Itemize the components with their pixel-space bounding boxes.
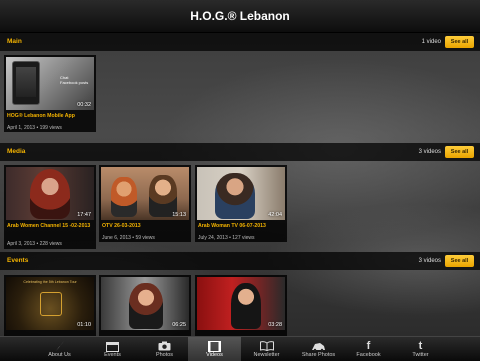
video-meta: July 24, 2013 • 127 views [198, 235, 255, 241]
see-all-button[interactable]: See all [445, 36, 474, 48]
tab-photos[interactable]: Photos [138, 337, 191, 361]
video-thumbnail: Chat Facebook posts 00:32 [6, 57, 94, 110]
video-thumbnail: 15:13 [101, 167, 189, 220]
phone-image [12, 61, 40, 105]
video-card[interactable]: 17:47 Arab Women Channel 15 -02-2013 Apr… [4, 165, 96, 249]
tab-newsletter[interactable]: Newsletter [240, 337, 293, 361]
video-card[interactable]: Chat Facebook posts 00:32 HOG® Lebanon M… [4, 55, 96, 132]
tab-bar: About Us Events Photos Videos Newsletter… [0, 336, 480, 361]
video-duration: 01:10 [77, 322, 91, 328]
facebook-icon: f [366, 340, 371, 352]
tab-label: Events [104, 352, 121, 358]
person-image [149, 175, 177, 217]
video-meta: April 1, 2013 • 199 views [7, 125, 62, 131]
video-count: 1 video [421, 39, 441, 45]
tab-events[interactable]: Events [86, 337, 139, 361]
video-card[interactable]: 03:28 [195, 275, 287, 336]
person-image [231, 283, 261, 329]
tab-label: Twitter [412, 352, 429, 358]
video-title: Arab Women Channel 15 -02-2013 [7, 223, 91, 229]
video-duration: 17:47 [77, 212, 91, 218]
tab-label: Videos [206, 352, 223, 358]
section-main: Main 1 video See all Chat Facebook posts… [0, 33, 480, 143]
video-title: Arab Woman TV 06-07-2013 [198, 223, 266, 229]
video-thumbnail: 03:28 [197, 277, 285, 330]
tab-videos[interactable]: Videos [188, 337, 241, 361]
video-thumbnail: 42:04 [197, 167, 285, 220]
section-title: Events [7, 257, 29, 264]
feather-icon [33, 340, 86, 352]
tab-label: Photos [155, 352, 174, 358]
section-header: Events 3 videos See all [0, 252, 480, 270]
tab-twitter[interactable]: t Twitter [394, 337, 447, 361]
twitter-icon: t [418, 340, 423, 352]
video-meta: April 3, 2013 • 228 views [7, 241, 62, 247]
video-card[interactable]: Celebrating the 5th Lebanon Tour 01:10 [4, 275, 96, 336]
section-media: Media 3 videos See all 17:47 Arab Women … [0, 143, 480, 253]
video-card[interactable]: 06:25 [99, 275, 191, 336]
person-image [111, 177, 137, 217]
video-duration: 15:13 [172, 212, 186, 218]
section-header: Media 3 videos See all [0, 143, 480, 161]
video-duration: 03:28 [268, 322, 282, 328]
video-title: OTV 26-03-2013 [102, 223, 141, 229]
video-card[interactable]: 42:04 Arab Woman TV 06-07-2013 July 24, … [195, 165, 287, 242]
tab-about-us[interactable]: About Us [33, 337, 86, 361]
tab-label: Share Photos [301, 352, 336, 358]
video-thumbnail: 17:47 [6, 167, 94, 220]
see-all-button[interactable]: See all [445, 146, 474, 158]
tab-share-photos[interactable]: Share Photos [292, 337, 345, 361]
video-duration: 06:25 [172, 322, 186, 328]
video-meta: June 6, 2013 • 59 views [102, 235, 155, 241]
share-photos-icon [292, 340, 345, 352]
tab-label: Newsletter [253, 352, 280, 358]
video-duration: 42:04 [268, 212, 282, 218]
section-events: Events 3 videos See all Celebrating the … [0, 252, 480, 336]
video-title: HOG® Lebanon Mobile App [7, 113, 75, 119]
video-card[interactable]: 15:13 OTV 26-03-2013 June 6, 2013 • 59 v… [99, 165, 191, 242]
video-thumbnail: 06:25 [101, 277, 189, 330]
see-all-button[interactable]: See all [445, 255, 474, 267]
page-title: H.O.G.® Lebanon [190, 9, 290, 23]
badge-logo [40, 292, 62, 316]
video-thumbnail: Celebrating the 5th Lebanon Tour 01:10 [6, 277, 94, 330]
tab-label: About Us [48, 352, 71, 358]
person-image [30, 169, 70, 219]
section-title: Media [7, 148, 26, 155]
calendar-icon [86, 340, 139, 352]
video-duration: 00:32 [77, 102, 91, 108]
video-count: 3 videos [418, 149, 441, 155]
thumbnail-caption: Celebrating the 5th Lebanon Tour [23, 280, 77, 284]
book-icon [240, 340, 293, 352]
video-icon [188, 340, 241, 352]
camera-icon [138, 340, 191, 352]
section-title: Main [7, 38, 22, 45]
navigation-bar: H.O.G.® Lebanon [0, 0, 480, 33]
video-count: 3 videos [418, 258, 441, 264]
thumbnail-caption: Chat Facebook posts [60, 75, 89, 85]
tab-facebook[interactable]: f Facebook [342, 337, 395, 361]
person-image [215, 173, 255, 219]
section-header: Main 1 video See all [0, 33, 480, 51]
tab-label: Facebook [356, 352, 381, 358]
person-image [129, 283, 163, 329]
